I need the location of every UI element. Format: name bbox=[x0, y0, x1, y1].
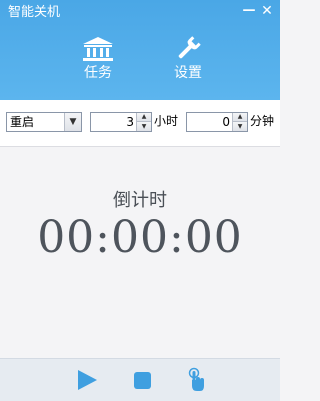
header-bar: 智能关机 — ✕ 任务 设置 bbox=[0, 0, 280, 100]
close-icon[interactable]: ✕ bbox=[258, 2, 276, 20]
stop-icon bbox=[134, 372, 151, 389]
nav-settings-button[interactable]: 设置 bbox=[158, 36, 218, 92]
bank-icon bbox=[83, 37, 113, 61]
play-icon bbox=[78, 370, 97, 390]
minutes-increment-icon[interactable]: ▲ bbox=[233, 113, 247, 122]
play-button[interactable] bbox=[74, 367, 100, 393]
action-select[interactable]: 重启 ▼ bbox=[6, 112, 82, 132]
minutes-unit-label: 分钟 bbox=[250, 114, 275, 128]
hours-increment-icon[interactable]: ▲ bbox=[137, 113, 151, 122]
minutes-stepper[interactable]: 0 ▲ ▼ bbox=[186, 112, 248, 132]
countdown-clock: 00:00:00 bbox=[37, 212, 243, 263]
countdown-label: 倒计时 bbox=[113, 190, 167, 211]
settings-toolbar: 重启 ▼ 3 ▲ ▼ 小时 0 ▲ ▼ 分钟 bbox=[0, 100, 280, 147]
stop-button[interactable] bbox=[130, 367, 156, 393]
nav-settings-label: 设置 bbox=[174, 65, 202, 81]
minutes-decrement-icon[interactable]: ▼ bbox=[233, 122, 247, 131]
hours-unit-label: 小时 bbox=[154, 114, 179, 128]
hand-pointer-icon bbox=[188, 367, 204, 391]
minutes-stepper-buttons: ▲ ▼ bbox=[232, 113, 247, 131]
control-bar bbox=[0, 358, 280, 401]
nav-tasks-button[interactable]: 任务 bbox=[68, 36, 128, 92]
hours-decrement-icon[interactable]: ▼ bbox=[137, 122, 151, 131]
minimize-icon[interactable]: — bbox=[240, 2, 258, 20]
chevron-down-icon[interactable]: ▼ bbox=[64, 113, 81, 131]
hours-value[interactable]: 3 bbox=[126, 115, 134, 130]
pointer-button[interactable] bbox=[184, 367, 210, 393]
nav-tasks-label: 任务 bbox=[84, 65, 112, 81]
hours-stepper[interactable]: 3 ▲ ▼ bbox=[90, 112, 152, 132]
action-select-value: 重启 bbox=[10, 115, 35, 129]
hours-stepper-buttons: ▲ ▼ bbox=[136, 113, 151, 131]
wrench-icon bbox=[178, 36, 201, 59]
minutes-value[interactable]: 0 bbox=[222, 115, 230, 130]
window-title: 智能关机 bbox=[8, 5, 61, 20]
